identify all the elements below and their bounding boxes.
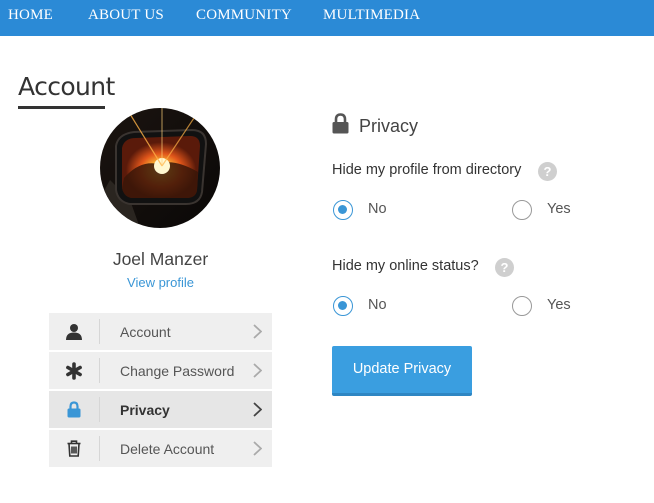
- avatar-image: [100, 108, 220, 228]
- radio-hide-profile-yes[interactable]: [512, 200, 532, 220]
- menu-item-label: Account: [120, 324, 171, 340]
- radio-label-no[interactable]: No: [368, 297, 387, 313]
- menu-divider: [99, 319, 100, 344]
- radio-label-yes[interactable]: Yes: [547, 201, 571, 217]
- menu-item-delete-account[interactable]: Delete Account: [49, 430, 272, 467]
- menu-item-change-password[interactable]: Change Password: [49, 352, 272, 389]
- radio-hide-online-no[interactable]: [333, 296, 353, 316]
- radio-label-yes[interactable]: Yes: [547, 297, 571, 313]
- view-profile-link[interactable]: View profile: [50, 275, 271, 290]
- page-title: Account: [18, 72, 115, 101]
- privacy-title: Privacy: [359, 115, 419, 136]
- chevron-right-icon: [253, 402, 263, 422]
- top-navigation: HOME ABOUT US COMMUNITY MULTIMEDIA: [0, 0, 654, 36]
- question-hide-profile: Hide my profile from directory: [332, 162, 522, 178]
- menu-divider: [99, 397, 100, 422]
- chevron-right-icon: [253, 363, 263, 383]
- nav-community[interactable]: COMMUNITY: [196, 7, 292, 24]
- update-privacy-button[interactable]: Update Privacy: [332, 346, 472, 396]
- help-icon[interactable]: ?: [495, 258, 514, 277]
- menu-item-label: Privacy: [120, 402, 170, 418]
- title-underline: [18, 106, 105, 109]
- radio-label-no[interactable]: No: [368, 201, 387, 217]
- menu-item-privacy[interactable]: Privacy: [49, 391, 272, 428]
- menu-divider: [99, 358, 100, 383]
- nav-multimedia[interactable]: MULTIMEDIA: [323, 7, 420, 24]
- trash-icon: [49, 430, 99, 467]
- question-hide-online-status: Hide my online status?: [332, 258, 479, 274]
- nav-home[interactable]: HOME: [8, 7, 53, 24]
- nav-about-us[interactable]: ABOUT US: [88, 7, 164, 24]
- asterisk-icon: [49, 352, 99, 389]
- menu-divider: [99, 436, 100, 461]
- chevron-right-icon: [253, 441, 263, 461]
- radio-hide-profile-no[interactable]: [333, 200, 353, 220]
- menu-item-account[interactable]: Account: [49, 313, 272, 350]
- privacy-header: Privacy: [332, 113, 418, 139]
- avatar[interactable]: [100, 108, 220, 228]
- lock-icon: [332, 113, 349, 139]
- help-icon[interactable]: ?: [538, 162, 557, 181]
- account-menu: Account Change Password Privacy Delete A…: [49, 313, 272, 469]
- chevron-right-icon: [253, 324, 263, 344]
- user-name: Joel Manzer: [112, 249, 209, 269]
- lock-icon: [49, 391, 99, 428]
- user-icon: [49, 313, 99, 350]
- menu-item-label: Change Password: [120, 363, 235, 379]
- radio-hide-online-yes[interactable]: [512, 296, 532, 316]
- menu-item-label: Delete Account: [120, 441, 215, 457]
